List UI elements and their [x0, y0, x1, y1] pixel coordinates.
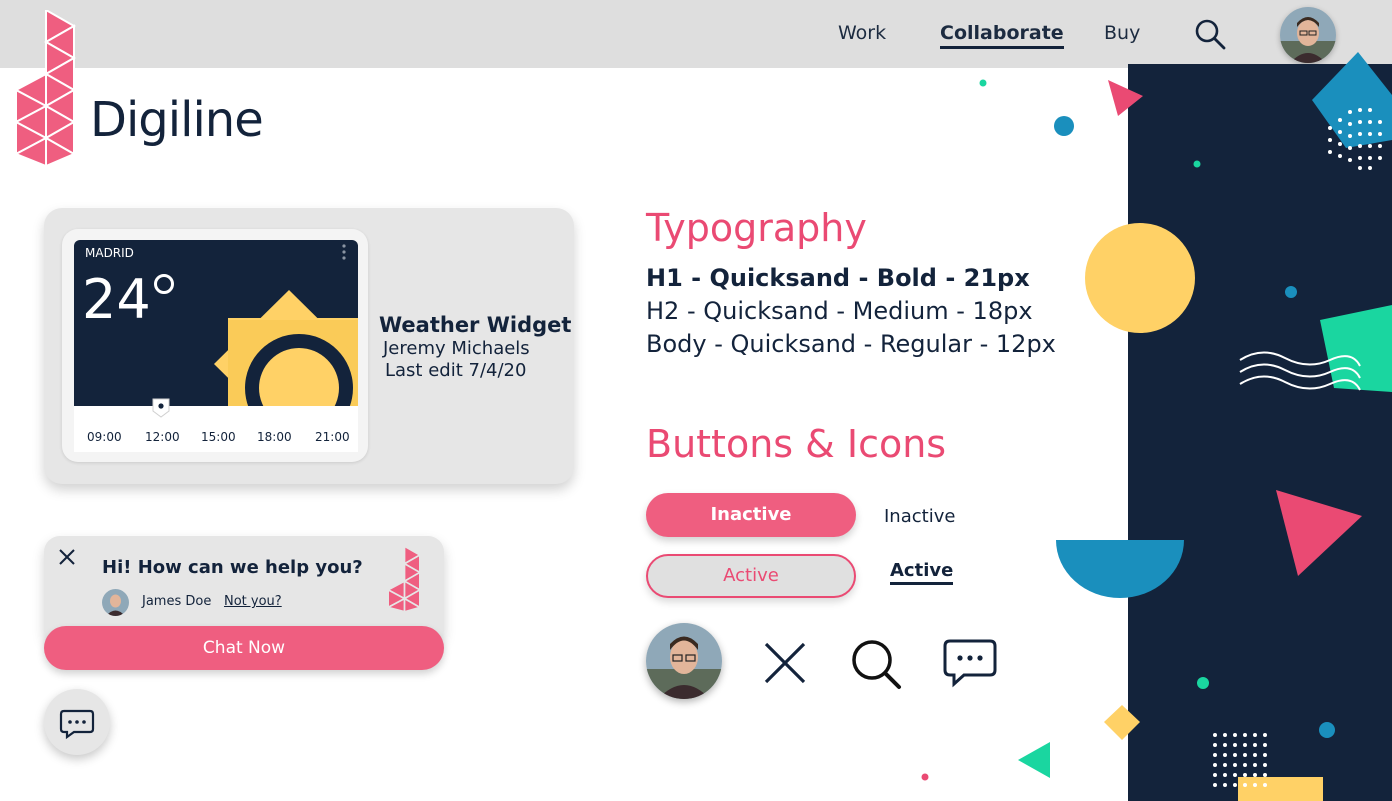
chat-launcher-button[interactable] [44, 689, 110, 755]
user-avatar[interactable] [1280, 7, 1336, 63]
brand-name: Digiline [90, 92, 264, 148]
time-label: 09:00 [87, 430, 122, 444]
buttons-icons-heading: Buttons & Icons [646, 422, 947, 466]
search-icon[interactable] [1194, 18, 1226, 50]
inactive-link[interactable]: Inactive [884, 506, 955, 527]
widget-title: Weather Widget [379, 313, 572, 337]
digiline-logo-icon [386, 546, 422, 612]
digiline-logo-icon [13, 10, 77, 166]
typography-body-sample: Body - Quicksand - Regular - 12px [646, 330, 1056, 358]
chat-user-name: James Doe [142, 594, 212, 609]
top-nav-bar [0, 0, 1392, 68]
time-label: 12:00 [145, 430, 180, 444]
active-button[interactable]: Active [646, 554, 856, 598]
not-you-link[interactable]: Not you? [224, 594, 282, 609]
active-link[interactable]: Active [890, 560, 954, 585]
nav-item-work[interactable]: Work [838, 22, 886, 44]
avatar [102, 589, 129, 616]
decorative-panel [1128, 64, 1392, 801]
close-icon[interactable] [57, 547, 77, 567]
nav-item-buy[interactable]: Buy [1104, 22, 1140, 44]
time-slider[interactable] [74, 406, 358, 452]
weather-temperature: 24 [82, 268, 151, 331]
typography-heading: Typography [646, 206, 867, 250]
search-icon[interactable] [850, 638, 902, 690]
chat-icon [59, 709, 95, 740]
chat-now-button[interactable]: Chat Now [44, 626, 444, 670]
more-options-icon[interactable] [342, 244, 346, 260]
time-label: 21:00 [315, 430, 350, 444]
nav-item-collaborate[interactable]: Collaborate [940, 22, 1064, 49]
close-icon[interactable] [762, 640, 808, 686]
typography-h2-sample: H2 - Quicksand - Medium - 18px [646, 297, 1033, 325]
weather-city: MADRID [85, 246, 134, 260]
avatar-icon[interactable] [646, 623, 722, 699]
slider-handle-icon[interactable] [152, 398, 170, 418]
typography-h1-sample: H1 - Quicksand - Bold - 21px [646, 264, 1030, 292]
inactive-button[interactable]: Inactive [646, 493, 856, 537]
chat-icon[interactable] [942, 638, 998, 690]
widget-last-edit: Last edit 7/4/20 [385, 360, 527, 381]
widget-author: Jeremy Michaels [383, 338, 530, 359]
chat-greeting: Hi! How can we help you? [102, 557, 363, 578]
degree-icon [154, 274, 174, 294]
time-label: 15:00 [201, 430, 236, 444]
time-label: 18:00 [257, 430, 292, 444]
